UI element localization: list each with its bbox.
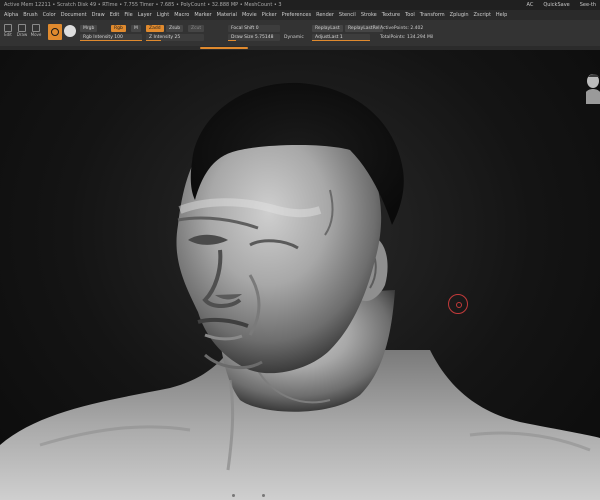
menu-tool[interactable]: Tool xyxy=(405,10,415,20)
draw-tool[interactable]: Draw xyxy=(16,24,28,38)
menu-help[interactable]: Help xyxy=(496,10,507,20)
rgb-intensity-fill xyxy=(80,40,142,41)
move-tool[interactable]: Move xyxy=(30,24,42,38)
menu-movie[interactable]: Movie xyxy=(242,10,257,20)
menu-marker[interactable]: Marker xyxy=(194,10,211,20)
brush-cursor-icon xyxy=(448,294,468,314)
focal-shift-slider[interactable]: Focal Shift 0 xyxy=(228,25,280,32)
shelf-scroll-handle[interactable] xyxy=(200,47,248,49)
z-intensity-slider[interactable]: Z Intensity 25 xyxy=(146,34,204,41)
view-gizmo-icon[interactable] xyxy=(583,72,600,104)
top-toolbar: Edit Draw Move Mrgb Rgb M Zadd Zsub Zcut… xyxy=(0,20,600,46)
menu-alpha[interactable]: Alpha xyxy=(4,10,18,20)
timeline-markers xyxy=(0,490,600,500)
menu-edit[interactable]: Edit xyxy=(110,10,120,20)
menu-preferences[interactable]: Preferences xyxy=(282,10,311,20)
menu-transform[interactable]: Transform xyxy=(420,10,445,20)
menu-document[interactable]: Document xyxy=(61,10,87,20)
adjust-last-slider[interactable]: AdjustLast 1 xyxy=(312,34,370,41)
zsub-button[interactable]: Zsub xyxy=(166,25,184,32)
replay-last-button[interactable]: ReplayLast xyxy=(312,25,343,32)
menu-stroke[interactable]: Stroke xyxy=(361,10,377,20)
rgb-button[interactable]: Rgb xyxy=(111,25,126,32)
menu-zplugin[interactable]: Zplugin xyxy=(450,10,469,20)
adjust-last-fill xyxy=(312,40,370,41)
menu-render[interactable]: Render xyxy=(316,10,334,20)
memory-stats: Active Mem 12211 • Scratch Disk 49 • RTi… xyxy=(4,2,282,8)
ac-button[interactable]: AC xyxy=(526,0,533,10)
move-icon xyxy=(32,24,40,32)
edit-tool[interactable]: Edit xyxy=(2,24,14,38)
menu-file[interactable]: File xyxy=(124,10,132,20)
menu-brush[interactable]: Brush xyxy=(23,10,37,20)
draw-size-fill xyxy=(228,40,236,41)
replay-last-rel-button[interactable]: ReplayLastRel xyxy=(345,25,383,32)
rgb-intensity-slider[interactable]: Rgb Intensity 100 xyxy=(80,34,142,41)
status-bar: Active Mem 12211 • Scratch Disk 49 • RTi… xyxy=(0,0,600,10)
z-intensity-fill xyxy=(146,40,161,41)
menu-macro[interactable]: Macro xyxy=(174,10,189,20)
marker xyxy=(232,494,235,497)
status-bar-right: AC QuickSave See-th xyxy=(526,0,596,10)
see-through-button[interactable]: See-th xyxy=(580,0,596,10)
menu-material[interactable]: Material xyxy=(217,10,237,20)
menu-zscript[interactable]: Zscript xyxy=(474,10,491,20)
zcut-button[interactable]: Zcut xyxy=(188,25,205,32)
draw-size-slider[interactable]: Draw Size 5.75148 xyxy=(228,34,280,41)
dynamic-toggle[interactable]: Dynamic xyxy=(284,34,304,41)
menu-draw[interactable]: Draw xyxy=(92,10,105,20)
total-points-readout: TotalPoints: 134.294 Mil xyxy=(380,35,434,40)
mrgb-button[interactable]: Mrgb xyxy=(80,25,98,32)
menu-stencil[interactable]: Stencil xyxy=(339,10,356,20)
menu-texture[interactable]: Texture xyxy=(382,10,400,20)
draw-mode-button[interactable] xyxy=(48,24,62,40)
sculpt-model xyxy=(0,82,600,500)
active-points-readout: ActivePoints: 2.402 xyxy=(380,26,424,31)
draw-icon xyxy=(18,24,26,32)
m-button[interactable]: M xyxy=(131,25,141,32)
edit-icon xyxy=(4,24,12,32)
marker xyxy=(262,494,265,497)
menu-bar: Alpha Brush Color Document Draw Edit Fil… xyxy=(0,10,600,20)
viewport-canvas[interactable] xyxy=(0,50,600,500)
sphere-material-icon[interactable] xyxy=(64,25,76,37)
menu-color[interactable]: Color xyxy=(43,10,56,20)
quicksave-button[interactable]: QuickSave xyxy=(543,0,569,10)
menu-picker[interactable]: Picker xyxy=(262,10,277,20)
menu-layer[interactable]: Layer xyxy=(138,10,152,20)
menu-light[interactable]: Light xyxy=(157,10,169,20)
draw-mode-icon xyxy=(51,28,59,36)
zadd-button[interactable]: Zadd xyxy=(146,25,164,32)
